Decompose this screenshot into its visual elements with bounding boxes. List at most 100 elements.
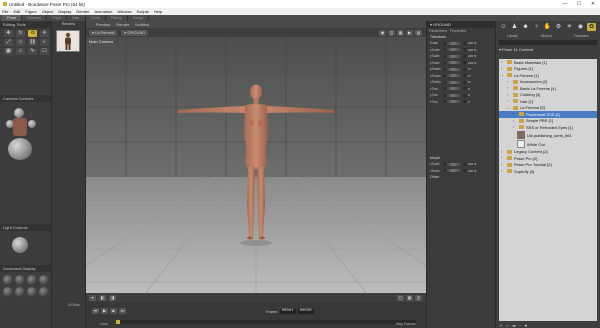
param-dial[interactable] xyxy=(444,48,466,52)
param-dial[interactable] xyxy=(444,61,466,65)
menu-scripts[interactable]: Scripts xyxy=(137,9,149,14)
param-dial[interactable] xyxy=(444,67,466,71)
first-frame-icon[interactable]: ⏮ xyxy=(92,308,99,314)
translate-tool-icon[interactable]: ✛ xyxy=(40,30,49,37)
close-button[interactable]: ✕ xyxy=(586,0,600,8)
param-dial[interactable] xyxy=(444,54,466,58)
chain-tool-icon[interactable]: ⛓ xyxy=(28,39,37,46)
param-value[interactable]: 100 % xyxy=(468,162,480,166)
expand-arrow-icon[interactable]: ⌄ xyxy=(501,73,505,77)
view-magnifier-icon[interactable]: ⌕ xyxy=(16,48,25,55)
tab-parameters[interactable]: Parameters xyxy=(429,29,447,33)
param-dial[interactable] xyxy=(444,162,466,166)
total-frames-field[interactable]: 00030 xyxy=(297,309,314,314)
favorite-icon[interactable]: ★ xyxy=(524,323,528,328)
stop-icon[interactable]: ■ xyxy=(110,308,117,314)
display-wire-icon[interactable]: ▾ xyxy=(89,294,96,301)
lights-category-icon[interactable]: ☀ xyxy=(565,23,574,31)
maximize-button[interactable]: ☐ xyxy=(572,0,586,8)
figures-category-icon[interactable]: ☺ xyxy=(499,23,508,31)
layout-icon[interactable]: ▤ xyxy=(415,29,422,36)
viewport[interactable]: Main Camera xyxy=(86,37,426,293)
twist-tool-icon[interactable]: ⟲ xyxy=(28,30,37,37)
expressions-category-icon[interactable]: ☻ xyxy=(521,23,530,31)
trackball-icon[interactable] xyxy=(8,138,32,160)
direct-manipulation-icon[interactable]: ☐ xyxy=(40,48,49,55)
menu-file[interactable]: File xyxy=(2,9,8,14)
param-dial[interactable] xyxy=(444,41,466,45)
expand-arrow-icon[interactable]: › xyxy=(513,112,517,116)
lock-icon[interactable]: ◫ xyxy=(388,29,395,36)
menu-figure[interactable]: Figure xyxy=(25,9,36,14)
play-icon[interactable]: ▶ xyxy=(101,308,108,314)
expand-arrow-icon[interactable]: › xyxy=(501,169,505,173)
param-value[interactable]: 0° xyxy=(468,67,480,71)
skip-frames-label[interactable]: Skip Frames xyxy=(396,322,416,326)
display-style-icon[interactable] xyxy=(27,275,37,285)
library-search-input[interactable] xyxy=(499,40,597,45)
expand-arrow-icon[interactable]: › xyxy=(507,93,511,97)
display-style-icon[interactable] xyxy=(15,275,25,285)
library-root[interactable]: ▾ Poser 11 Content xyxy=(496,46,600,53)
param-value[interactable]: 100 % xyxy=(468,41,480,45)
param-dial[interactable] xyxy=(444,100,466,104)
expand-arrow-icon[interactable]: › xyxy=(507,99,511,103)
current-frame-field[interactable]: 00001 xyxy=(279,309,296,314)
grid-icon[interactable]: ▦ xyxy=(397,29,404,36)
display-style-icon[interactable] xyxy=(27,287,37,297)
menu-object[interactable]: Object xyxy=(42,9,54,14)
expand-arrow-icon[interactable]: › xyxy=(501,67,505,71)
expand-arrow-icon[interactable]: › xyxy=(501,163,505,167)
expand-arrow-icon[interactable]: › xyxy=(507,80,511,84)
param-value[interactable]: 100 % xyxy=(468,169,480,173)
figure-select[interactable]: ▾ La Femme xyxy=(89,29,118,36)
tab-search[interactable]: Search xyxy=(541,34,552,38)
timeline-track[interactable] xyxy=(116,320,416,324)
face-camera-icon[interactable] xyxy=(14,108,24,118)
camera-select-icon[interactable]: ◉ xyxy=(379,29,386,36)
render-icon[interactable]: ▶ xyxy=(406,29,413,36)
list-item[interactable]: › Superfly [3] xyxy=(499,168,597,175)
minimize-button[interactable]: — xyxy=(558,0,572,8)
timeline-scrubber[interactable] xyxy=(116,320,120,324)
expand-arrow-icon[interactable]: › xyxy=(507,86,511,90)
tab-favorites[interactable]: Favorites xyxy=(574,34,588,38)
body-part-select[interactable]: ▾ GROUND xyxy=(121,29,149,36)
cameras-category-icon[interactable]: ◉ xyxy=(576,23,585,31)
right-hand-camera-icon[interactable] xyxy=(28,120,36,128)
param-value[interactable]: 0° xyxy=(468,80,480,84)
last-frame-icon[interactable]: ⏭ xyxy=(119,308,126,314)
add-icon[interactable]: ＋ xyxy=(499,323,503,328)
param-value[interactable]: 100 % xyxy=(468,48,480,52)
param-value[interactable]: 0 xyxy=(468,93,480,97)
menu-render[interactable]: Render xyxy=(76,9,89,14)
remove-icon[interactable]: − xyxy=(519,323,521,328)
list-item[interactable]: LW-publishing_sorts_lbl4 xyxy=(499,131,597,140)
props-category-icon[interactable]: ⚙ xyxy=(554,23,563,31)
scale-tool-icon[interactable]: ⤢ xyxy=(4,39,13,46)
replace-icon[interactable]: ⇄ xyxy=(512,323,515,328)
param-value[interactable]: 0 xyxy=(468,87,480,91)
expand-arrow-icon[interactable]: › xyxy=(513,125,517,129)
render-thumbnail[interactable] xyxy=(56,30,80,52)
tab-preview[interactable]: Preview xyxy=(96,22,110,27)
display-style-icon[interactable] xyxy=(15,287,25,297)
list-item[interactable]: White Out xyxy=(499,140,597,149)
tab-untitled[interactable]: Untitled xyxy=(135,22,149,27)
param-value[interactable]: 0° xyxy=(468,74,480,78)
grouping-tool-icon[interactable]: ▦ xyxy=(4,48,13,55)
display-style-icon[interactable] xyxy=(39,275,49,285)
apply-icon[interactable]: ✓ xyxy=(506,323,509,328)
light-sphere-icon[interactable] xyxy=(12,237,28,253)
move-tool-icon[interactable]: ✥ xyxy=(4,30,13,37)
layout-quad-icon[interactable]: ▦ xyxy=(406,294,413,301)
param-dial[interactable] xyxy=(444,87,466,91)
rotate-tool-icon[interactable]: ↻ xyxy=(16,30,25,37)
display-shade-icon[interactable]: ◧ xyxy=(99,294,106,301)
menu-edit[interactable]: Edit xyxy=(13,9,20,14)
camera-figure-icon[interactable] xyxy=(13,118,27,136)
expand-arrow-icon[interactable]: › xyxy=(501,150,505,154)
tab-library[interactable]: Library xyxy=(507,34,518,38)
param-row[interactable]: zTran 0 xyxy=(427,99,495,106)
layout-split-icon[interactable]: ◫ xyxy=(415,294,422,301)
